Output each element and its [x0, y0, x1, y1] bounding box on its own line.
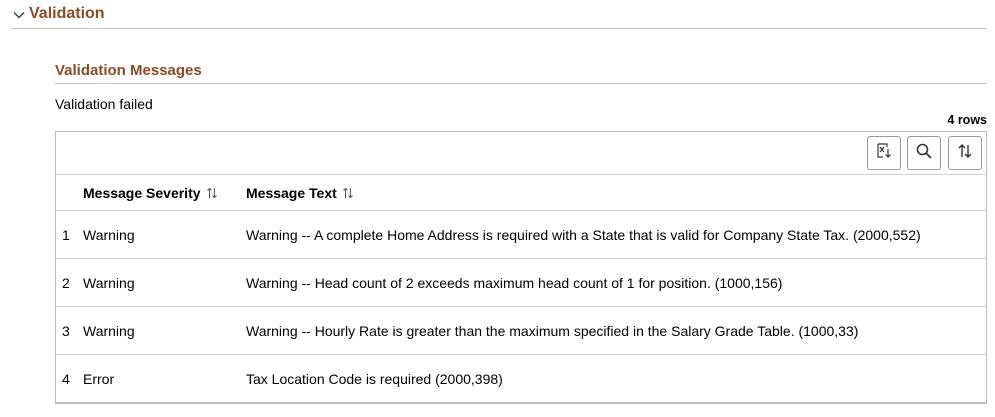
message-text-cell: Warning -- A complete Home Address is re… [246, 226, 921, 243]
column-header-message-severity[interactable]: Message Severity [83, 175, 218, 211]
message-text-cell: Warning -- Head count of 2 exceeds maxim… [246, 274, 783, 291]
search-icon [915, 142, 933, 165]
chevron-down-icon [11, 7, 27, 23]
row-number: 1 [62, 226, 70, 243]
grid-header-row: Message Severity Message Text [56, 175, 986, 211]
table-row: 2 Warning Warning -- Head count of 2 exc… [56, 259, 986, 307]
validation-section-header[interactable]: Validation [11, 0, 987, 29]
message-severity-cell: Warning [83, 274, 135, 291]
row-number: 4 [62, 370, 70, 387]
row-count: 4 rows [947, 113, 987, 127]
table-row: 1 Warning Warning -- A complete Home Add… [56, 211, 986, 259]
message-text-cell: Tax Location Code is required (2000,398) [246, 370, 503, 387]
sort-arrows-icon [342, 187, 354, 199]
message-severity-cell: Warning [83, 226, 135, 243]
sort-icon [956, 142, 974, 165]
validation-status-text: Validation failed [55, 96, 153, 112]
message-severity-cell: Error [83, 370, 115, 387]
section-title: Validation [29, 5, 105, 22]
row-number: 2 [62, 274, 70, 291]
message-text-cell: Warning -- Hourly Rate is greater than t… [246, 322, 859, 339]
message-severity-cell: Warning [83, 322, 135, 339]
export-button[interactable] [867, 136, 901, 170]
grid-toolbar [56, 132, 986, 175]
search-button[interactable] [907, 136, 941, 170]
table-row: 3 Warning Warning -- Hourly Rate is grea… [56, 307, 986, 355]
sort-button[interactable] [948, 136, 982, 170]
validation-messages-title: Validation Messages [55, 61, 987, 84]
column-header-message-text[interactable]: Message Text [246, 175, 354, 211]
validation-messages-grid: Message Severity Message Text 1 Warning … [55, 131, 987, 404]
sort-arrows-icon [206, 187, 218, 199]
table-row: 4 Error Tax Location Code is required (2… [56, 355, 986, 403]
export-to-excel-icon [875, 142, 893, 165]
row-number: 3 [62, 322, 70, 339]
